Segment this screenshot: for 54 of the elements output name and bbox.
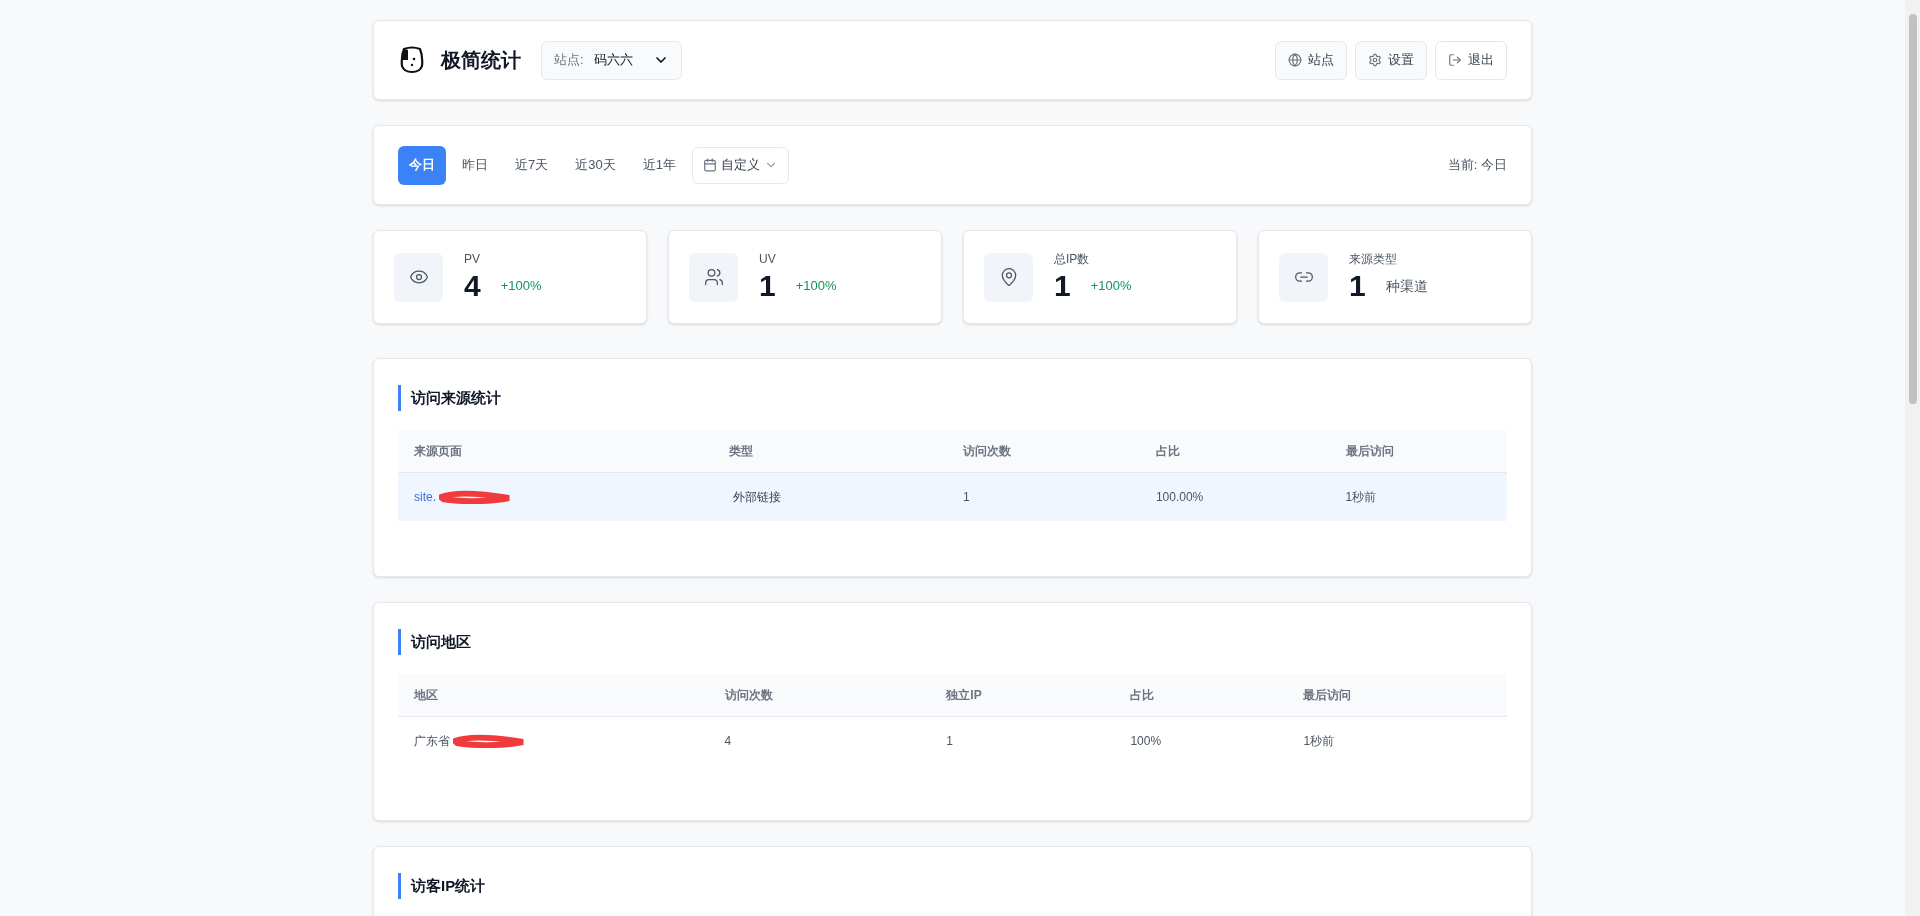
scrollbar[interactable] (1905, 0, 1920, 916)
stat-change: +100% (795, 277, 837, 296)
table-cell-text: 1 (946, 733, 953, 750)
table-cell-text: 1秒前 (1345, 489, 1377, 506)
stat-value: 4 (464, 268, 481, 304)
range-tab[interactable]: 昨日 (451, 145, 499, 185)
table-cell-text: 1 (962, 489, 970, 506)
range-tab[interactable]: 近30天 (564, 145, 627, 185)
stat-label: UV (759, 251, 777, 268)
current-range-label: 当前: 今日 (1447, 156, 1507, 175)
stat-label: 总IP数 (1054, 251, 1091, 268)
logout-button[interactable]: 退出 (1435, 40, 1507, 80)
table-cell-text: 100% (1130, 733, 1162, 750)
range-tab[interactable]: 今日 (398, 145, 446, 185)
column-header: 独立IP (946, 687, 982, 704)
sites-button[interactable]: 站点 (1275, 40, 1347, 80)
table-cell-text: 4 (724, 733, 732, 750)
table-cell-text: 100.00% (1155, 489, 1204, 506)
column-header: 访问次数 (962, 443, 1011, 460)
dog-logo-icon (400, 46, 424, 74)
stat-value: 1 (1349, 268, 1366, 304)
source-link[interactable]: site. (414, 488, 436, 506)
app-title: 极简统计 (441, 48, 521, 73)
stat-value: 1 (1054, 268, 1071, 304)
globe-icon (1288, 53, 1302, 67)
site-select[interactable]: 站点: 码六六 (541, 40, 682, 80)
section-title: 访客IP统计 (411, 875, 486, 896)
column-header: 占比 (1130, 687, 1155, 704)
stat-label: 来源类型 (1349, 251, 1398, 268)
custom-range-button[interactable]: 自定义 (691, 146, 789, 184)
column-header: 最后访问 (1303, 687, 1352, 704)
section-title: 访问地区 (411, 631, 471, 652)
section-title: 访问来源统计 (411, 387, 501, 408)
column-header: 来源页面 (414, 443, 462, 460)
range-tab[interactable]: 近1年 (631, 145, 687, 185)
settings-button[interactable]: 设置 (1355, 40, 1427, 80)
type-tag: 外部链接 (728, 488, 785, 506)
users-icon (703, 267, 724, 287)
column-header: 最后访问 (1345, 443, 1394, 460)
calendar-icon (702, 158, 717, 172)
stat-unit: 种渠道 (1385, 276, 1428, 296)
settings-icon (1368, 53, 1382, 67)
logout-icon (1448, 53, 1462, 67)
stat-change: +100% (1090, 277, 1132, 296)
table-cell-text: 广东省 (414, 733, 450, 750)
stat-change: +100% (500, 277, 542, 296)
column-header: 占比 (1155, 443, 1180, 460)
table-cell-text: 1秒前 (1303, 733, 1335, 750)
stat-value: 1 (759, 268, 776, 304)
range-tab[interactable]: 近7天 (504, 145, 560, 185)
column-header: 访问次数 (724, 687, 773, 704)
column-header: 地区 (414, 687, 438, 704)
column-header: 类型 (728, 443, 753, 460)
stat-label: PV (464, 251, 481, 268)
